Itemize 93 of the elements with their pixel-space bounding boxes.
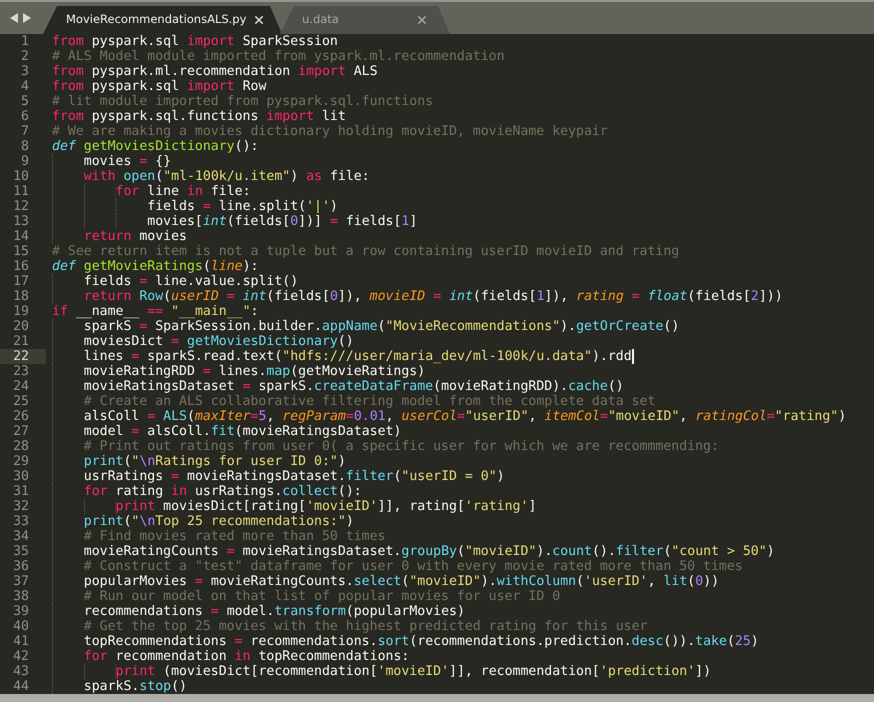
code-line: return Row(userID = int(fields[0]), movieID = int(fields[1]), rating = float(fields[2]))	[84, 289, 783, 304]
code-line: from pyspark.ml.recommendation import ALS	[52, 64, 378, 79]
line-number: 7	[20, 124, 30, 139]
text-cursor	[632, 349, 634, 364]
code-line: print("\nRatings for user ID 0:")	[84, 454, 346, 469]
code-line: from pyspark.sql.functions import lit	[52, 109, 346, 124]
code-line: popularMovies = movieRatingCounts.select("movieID").withColumn('userID', lit(0))	[84, 574, 720, 589]
line-number: 16	[12, 259, 30, 274]
right-arrow-icon[interactable]	[23, 13, 31, 23]
code-line: topRecommendations = recommendations.sort(recommendations.prediction.desc()).take(25)	[84, 634, 759, 649]
line-number: 29	[12, 454, 30, 469]
line-number: 34	[12, 529, 30, 544]
line-number: 12	[12, 199, 30, 214]
line-number: 15	[12, 244, 30, 259]
line-number: 13	[12, 214, 30, 229]
code-line: from pyspark.sql import SparkSession	[52, 34, 338, 49]
line-number: 39	[12, 604, 30, 619]
line-number: 37	[12, 574, 30, 589]
line-number: 32	[12, 499, 30, 514]
line-number: 27	[12, 424, 30, 439]
editor-tab[interactable]: MovieRecommendationsALS.py	[43, 6, 282, 34]
line-number: 5	[20, 94, 30, 109]
code-line: movieRatingsDataset = sparkS.createDataFrame(movieRatingRDD).cache()	[84, 379, 624, 394]
code-line: # ALS Model module imported from yspark.ml.recommendation	[52, 49, 505, 64]
code-line: fields = line.value.split()	[84, 274, 298, 289]
code-line: movies[int(fields[0])] = fields[1]	[147, 214, 418, 229]
code-line: for line in file:	[116, 184, 251, 199]
line-number: 43	[12, 664, 30, 679]
line-number: 4	[20, 79, 30, 94]
code-line: lines = sparkS.read.text("hdfs:///user/maria_dev/ml-100k/u.data").rdd	[84, 349, 632, 364]
code-line: def getMovieRatings(line):	[52, 259, 258, 274]
code-line: for recommendation in topRecommendations:	[84, 649, 410, 664]
code-line: # Print out ratings from user 0( a specific user for which we are recommmending:	[84, 439, 719, 454]
code-line: def getMoviesDictionary():	[52, 139, 258, 154]
code-line: # See return item is not a tuple but a row containing userID movieID and rating	[52, 244, 680, 259]
line-number: 24	[12, 379, 30, 394]
line-number: 18	[12, 289, 30, 304]
code-line: moviesDict = getMoviesDictionary()	[84, 334, 354, 349]
line-number: 1	[20, 34, 30, 49]
left-arrow-icon[interactable]	[10, 13, 18, 23]
line-number: 22	[0, 349, 46, 364]
line-number: 30	[12, 469, 30, 484]
line-number: 20	[12, 319, 30, 334]
code-line: from pyspark.sql import Row	[52, 79, 266, 94]
code-line: usrRatings = movieRatingsDataset.filter("userID = 0")	[84, 469, 505, 484]
line-number: 26	[12, 409, 30, 424]
line-number: 10	[12, 169, 30, 184]
code-line: # Create an ALS collaborative filtering model from the complete data set	[84, 394, 656, 409]
line-number: 17	[12, 274, 30, 289]
code-line: movieRatingRDD = lines.map(getMovieRatings)	[84, 364, 426, 379]
code-line: sparkS.stop()	[84, 679, 187, 694]
close-icon[interactable]	[255, 16, 263, 24]
code-line: for rating in usrRatings.collect():	[84, 484, 362, 499]
line-number: 42	[12, 649, 30, 664]
code-line: if __name__ == "__main__":	[52, 304, 258, 319]
code-line: alsColl = ALS(maxIter=5, regParam=0.01, userCol="userID", itemCol="movieID", ratingCol="rating")	[84, 409, 846, 424]
line-number: 41	[12, 634, 30, 649]
code-line: # lit module imported from pyspark.sql.functions	[52, 94, 434, 109]
line-number: 21	[12, 334, 30, 349]
line-number: 19	[12, 304, 30, 319]
line-number: 14	[12, 229, 30, 244]
line-number: 23	[12, 364, 30, 379]
line-number: 31	[12, 484, 30, 499]
code-line: # Find movies rated more than 50 times	[84, 529, 386, 544]
line-number: 8	[20, 139, 30, 154]
code-line: print("\nTop 25 recommendations:")	[84, 514, 354, 529]
line-number: 38	[12, 589, 30, 604]
code-line: recommendations = model.transform(popularMovies)	[84, 604, 465, 619]
code-line: print (moviesDict[recommendation['movieID']], recommendation['prediction'])	[116, 664, 712, 679]
code-line: # Run our model on that list of popular movies for user ID 0	[84, 589, 560, 604]
code-line: model = alsColl.fit(movieRatingsDataset)	[84, 424, 402, 439]
line-number: 25	[12, 394, 30, 409]
code-line: # Construct a "test" dataframe for user 0 with every movie rated more than 50 times	[84, 559, 743, 574]
line-number: 35	[12, 544, 30, 559]
code-line: movies = {}	[84, 154, 172, 169]
line-number: 11	[12, 184, 30, 199]
code-line: return movies	[84, 229, 187, 244]
line-number: 40	[12, 619, 30, 634]
line-number: 6	[20, 109, 30, 124]
code-line: # Get the top 25 movies with the highest predicted rating for this user	[84, 619, 648, 634]
line-number: 36	[12, 559, 30, 574]
code-line: fields = line.split('|')	[147, 199, 338, 214]
code-line: movieRatingCounts = movieRatingsDataset.groupBy("movieID").count().filter("count > 50")	[84, 544, 775, 559]
line-number: 33	[12, 514, 30, 529]
code-line: with open("ml-100k/u.item") as file:	[84, 169, 370, 184]
line-number: 2	[20, 49, 30, 64]
code-line: # We are making a movies dictionary holding movieID, movieName keypair	[52, 124, 608, 139]
code-line: print moviesDict[rating['movieID']], rating['rating']	[116, 499, 536, 514]
line-number: 3	[20, 64, 30, 79]
line-number: 9	[20, 154, 30, 169]
line-number: 44	[12, 679, 30, 694]
code-line: sparkS = SparkSession.builder.appName("MovieRecommendations").getOrCreate()	[84, 319, 680, 334]
line-number: 28	[12, 439, 30, 454]
